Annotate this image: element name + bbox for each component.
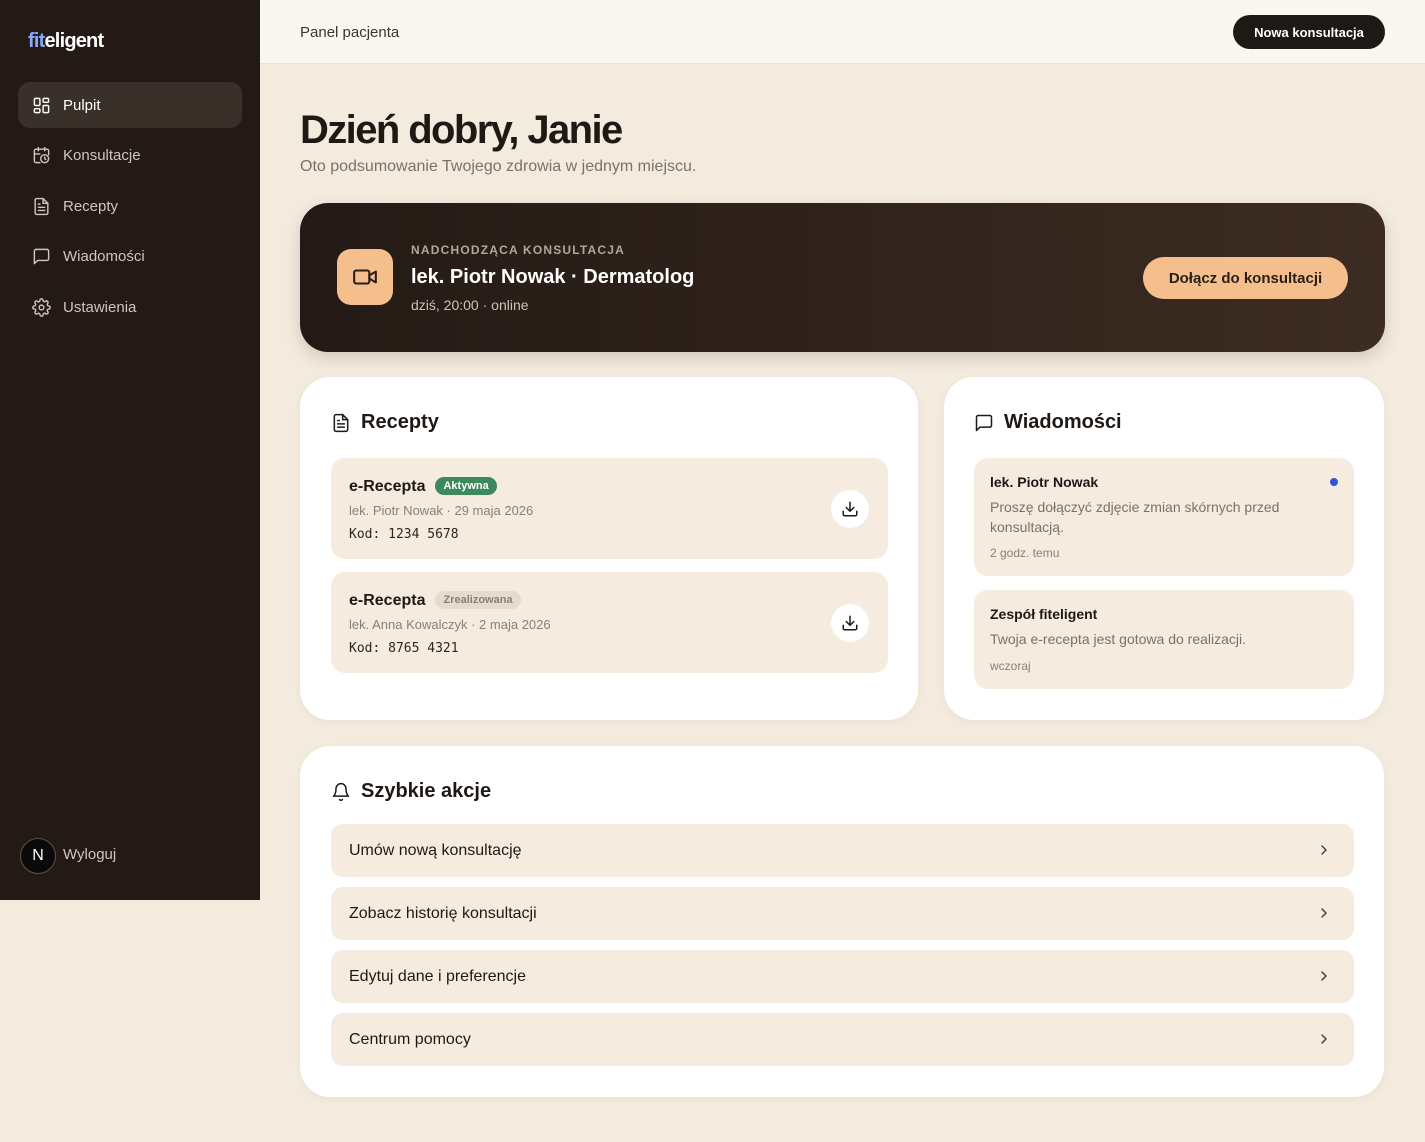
chevron-right-icon — [1321, 971, 1327, 981]
logout-button[interactable]: N Wyloguj — [20, 838, 116, 874]
download-icon — [842, 615, 858, 631]
chevron-right-icon — [1321, 908, 1327, 918]
grid-icon — [33, 97, 50, 113]
page-subtitle: Oto podsumowanie Twojego zdrowia w jedny… — [300, 158, 697, 175]
page-title: Dzień dobry, Janie — [300, 108, 623, 152]
sidebar-item-recepty[interactable]: Recepty — [18, 183, 242, 229]
prescription-item: e-Recepta Aktywna lek. Piotr Nowak · 29 m… — [331, 458, 888, 559]
sidebar-item-label: Pulpit — [63, 96, 101, 114]
unread-indicator — [1330, 478, 1338, 486]
action-label: Umów nową konsultację — [349, 841, 522, 859]
new-consultation-button[interactable]: Nowa konsultacja — [1233, 15, 1385, 49]
message-time: 2 godz. temu — [990, 546, 1060, 560]
action-book-consultation[interactable]: Umów nową konsultację — [331, 824, 1354, 877]
prescription-code: Kod: 1234 5678 — [349, 527, 459, 542]
action-help-center[interactable]: Centrum pomocy — [331, 1013, 1354, 1066]
quick-actions-header: Szybkie akcje — [331, 780, 491, 803]
bell-icon — [332, 782, 350, 801]
prescription-name-text: e-Recepta — [349, 592, 426, 609]
message-icon — [975, 414, 993, 431]
sidebar-item-label: Konsultacje — [63, 147, 141, 164]
messages-card: Wiadomości lek. Piotr Nowak Proszę dołąc… — [944, 377, 1384, 720]
download-button[interactable] — [831, 490, 869, 528]
logo-part-accent: fit — [28, 30, 45, 52]
sidebar-nav: Pulpit Konsultacje Recepty Wiadomości Us… — [18, 82, 242, 335]
prescription-name: e-Recepta Zrealizowana — [349, 591, 521, 610]
status-badge: Zrealizowana — [435, 591, 521, 609]
messages-header: Wiadomości — [974, 411, 1122, 434]
sidebar: fiteligent Pulpit Konsultacje Recepty Wi… — [0, 0, 260, 900]
upcoming-title: lek. Piotr Nowak · Dermatolog — [411, 266, 695, 288]
messages-title: Wiadomości — [1004, 411, 1122, 433]
message-text: Twoja e-recepta jest gotowa do realizacj… — [990, 631, 1247, 647]
prescription-name-text: e-Recepta — [349, 478, 426, 495]
message-sender: lek. Piotr Nowak — [990, 474, 1099, 490]
sidebar-item-label: Wiadomości — [63, 248, 145, 265]
prescription-meta: lek. Anna Kowalczyk · 2 maja 2026 — [349, 617, 551, 632]
sidebar-item-label: Recepty — [63, 197, 119, 215]
top-bar: Panel pacjenta Nowa konsultacja — [260, 0, 1425, 64]
sidebar-item-ustawienia[interactable]: Ustawienia — [18, 284, 242, 330]
download-icon — [842, 501, 858, 517]
join-consultation-button[interactable]: Dołącz do konsultacji — [1143, 257, 1348, 299]
sidebar-item-wiadomosci[interactable]: Wiadomości — [18, 234, 242, 280]
message-time: wczoraj — [990, 659, 1031, 673]
prescriptions-title: Recepty — [361, 411, 439, 433]
document-icon — [333, 413, 349, 432]
action-label: Zobacz historię konsultacji — [349, 904, 537, 922]
action-consultation-history[interactable]: Zobacz historię konsultacji — [331, 887, 1354, 940]
calendar-clock-icon — [33, 146, 50, 164]
action-edit-profile[interactable]: Edytuj dane i preferencje — [331, 950, 1354, 1003]
logo-part-main: eligent — [44, 30, 104, 52]
page-header-title: Panel pacjenta — [300, 24, 400, 41]
avatar[interactable]: N — [20, 838, 56, 874]
gear-icon — [32, 297, 51, 317]
prescription-item: e-Recepta Zrealizowana lek. Anna Kowalczy… — [331, 572, 888, 673]
video-camera-icon — [353, 269, 377, 285]
prescriptions-card: Recepty e-Recepta Aktywna lek. Piotr Nowa… — [300, 377, 918, 720]
app-logo[interactable]: fiteligent — [28, 30, 104, 53]
document-icon — [34, 197, 49, 215]
logout-label: Wyloguj — [63, 846, 117, 863]
prescription-code: Kod: 8765 4321 — [349, 641, 459, 656]
message-text: Proszę dołączyć zdjęcie zmian skórnych p… — [990, 499, 1280, 535]
message-item[interactable]: lek. Piotr Nowak Proszę dołączyć zdjęcie… — [974, 458, 1354, 576]
video-badge — [337, 249, 393, 305]
chevron-right-icon — [1321, 1034, 1327, 1044]
sidebar-item-pulpit[interactable]: Pulpit — [18, 82, 242, 128]
prescriptions-header: Recepty — [331, 411, 439, 434]
quick-actions-card: Szybkie akcje Umów nową konsultację Zoba… — [300, 746, 1384, 1097]
upcoming-consultation-card: NADCHODZĄCA KONSULTACJA lek. Piotr Nowak… — [300, 203, 1385, 352]
action-label: Edytuj dane i preferencje — [349, 967, 526, 985]
upcoming-meta: dziś, 20:00 · online — [411, 297, 529, 313]
status-badge: Aktywna — [435, 477, 497, 495]
sidebar-item-konsultacje[interactable]: Konsultacje — [18, 133, 242, 179]
prescription-name: e-Recepta Aktywna — [349, 477, 497, 496]
download-button[interactable] — [831, 604, 869, 642]
action-label: Centrum pomocy — [349, 1030, 471, 1048]
sidebar-item-label: Ustawienia — [63, 298, 137, 316]
message-icon — [33, 248, 50, 265]
chevron-right-icon — [1321, 845, 1327, 855]
prescription-meta: lek. Piotr Nowak · 29 maja 2026 — [349, 503, 534, 518]
upcoming-overline: NADCHODZĄCA KONSULTACJA — [411, 243, 626, 257]
message-sender: Zespół fiteligent — [990, 606, 1098, 622]
message-item[interactable]: Zespół fiteligent Twoja e-recepta jest g… — [974, 590, 1354, 689]
quick-actions-title: Szybkie akcje — [361, 780, 492, 802]
